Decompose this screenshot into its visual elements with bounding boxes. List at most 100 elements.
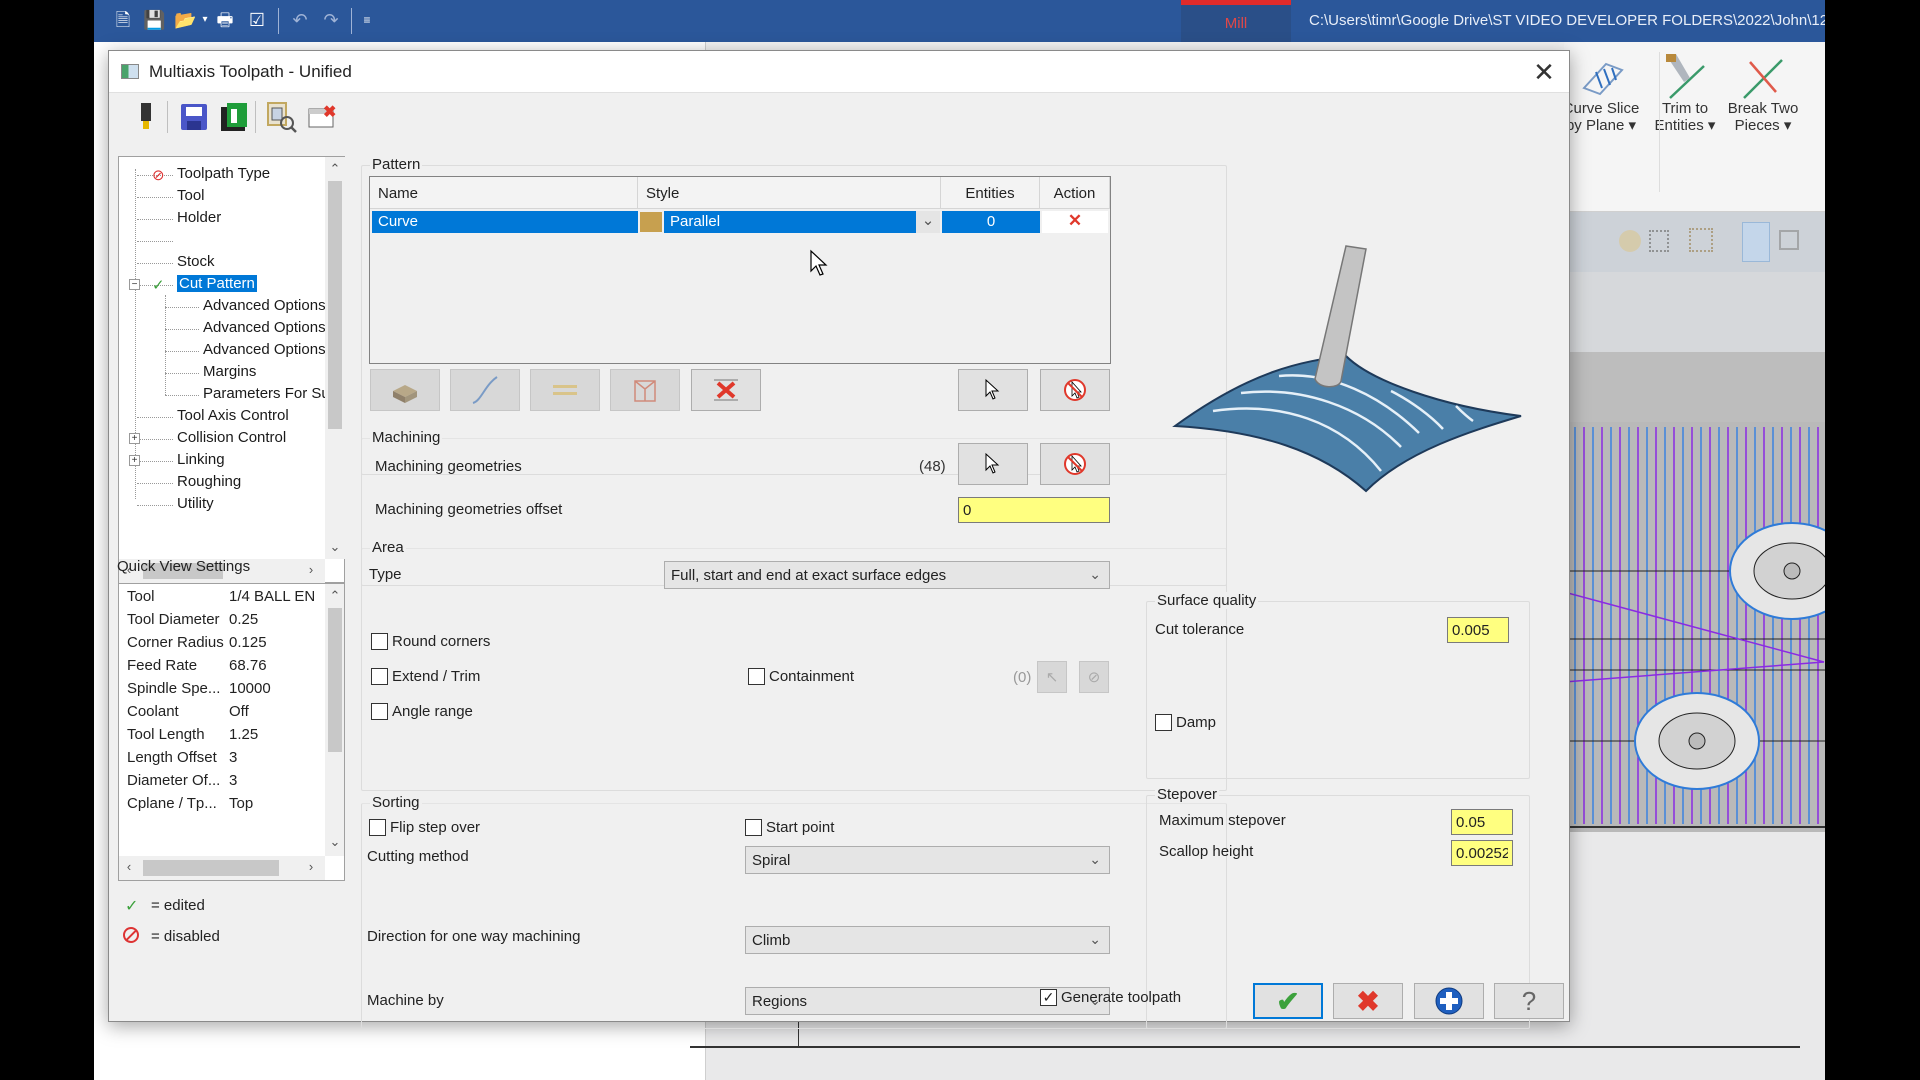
- checkbox-box[interactable]: [371, 703, 388, 720]
- curve-pattern-button[interactable]: [450, 369, 520, 411]
- graphics-viewport[interactable]: [1563, 272, 1825, 1080]
- qv-vscrollbar[interactable]: ⌃ ⌄: [325, 584, 344, 856]
- tree-item-label[interactable]: Collision Control: [177, 429, 286, 446]
- tree-vscrollbar[interactable]: ⌃ ⌄: [325, 157, 345, 559]
- window-select-icon[interactable]: [1689, 228, 1713, 252]
- containment-checkbox[interactable]: Containment: [748, 668, 854, 685]
- save-as-icon[interactable]: ☑: [246, 9, 268, 31]
- style-select[interactable]: Parallel: [664, 211, 916, 233]
- flip-step-over-checkbox[interactable]: Flip step over: [369, 819, 480, 836]
- customize-icon[interactable]: ≡: [356, 9, 378, 31]
- print-icon[interactable]: 🖶: [214, 9, 236, 31]
- clear-pattern-selection-button[interactable]: [1040, 369, 1110, 411]
- area-type-select[interactable]: Full, start and end at exact surface edg…: [664, 561, 1110, 589]
- open-dropdown-icon[interactable]: ▾: [194, 9, 216, 31]
- col-name[interactable]: Name: [370, 177, 638, 209]
- geometries-offset-input[interactable]: [958, 497, 1110, 523]
- select-geometries-button[interactable]: [958, 443, 1028, 485]
- round-corners-checkbox[interactable]: Round corners: [371, 633, 490, 650]
- mill-context-tab[interactable]: Mill: [1181, 0, 1291, 42]
- cutting-method-select[interactable]: Spiral ⌄: [745, 846, 1110, 874]
- selection-mode-icon[interactable]: [1742, 222, 1770, 262]
- style-dropdown-icon[interactable]: ⌄: [916, 211, 940, 233]
- tree-item-label[interactable]: Margins: [203, 363, 256, 380]
- break-two-pieces-button[interactable]: Break Two Pieces ▾: [1724, 52, 1802, 134]
- select-icon[interactable]: [1649, 230, 1669, 252]
- save-icon[interactable]: 💾: [143, 9, 165, 31]
- clear-geometries-button[interactable]: [1040, 443, 1110, 485]
- shading-icon[interactable]: [1619, 230, 1641, 252]
- preview-icon[interactable]: [265, 99, 299, 135]
- direction-select[interactable]: Climb ⌄: [745, 926, 1110, 954]
- qv-hscrollbar[interactable]: ‹ ›: [119, 856, 325, 880]
- cancel-button[interactable]: ✖: [1333, 983, 1403, 1019]
- scroll-down-icon[interactable]: ⌄: [327, 834, 343, 850]
- help-button[interactable]: ?: [1494, 983, 1564, 1019]
- generate-toolpath-checkbox[interactable]: ✓ Generate toolpath: [1040, 989, 1181, 1006]
- containment-select-button[interactable]: ↖: [1037, 661, 1067, 693]
- scroll-right-icon[interactable]: ›: [303, 859, 319, 874]
- angle-range-checkbox[interactable]: Angle range: [371, 703, 473, 720]
- expand-icon[interactable]: +: [129, 455, 140, 466]
- delete-icon[interactable]: ✖: [305, 99, 339, 135]
- export-icon[interactable]: [217, 99, 251, 135]
- checkbox-box[interactable]: [371, 668, 388, 685]
- tree-item-label[interactable]: Advanced Options: [203, 319, 326, 336]
- scroll-right-icon[interactable]: ›: [303, 562, 319, 577]
- checkbox-box[interactable]: ✓: [1040, 989, 1057, 1006]
- tool-icon[interactable]: [129, 99, 163, 135]
- checkbox-box[interactable]: [369, 819, 386, 836]
- scroll-thumb[interactable]: [328, 608, 342, 752]
- expand-icon[interactable]: +: [129, 433, 140, 444]
- checkbox-box[interactable]: [748, 668, 765, 685]
- start-point-checkbox[interactable]: Start point: [745, 819, 834, 836]
- checkbox-box[interactable]: [371, 633, 388, 650]
- col-style[interactable]: Style: [638, 177, 941, 209]
- tree-item-label[interactable]: Utility: [177, 495, 214, 512]
- scroll-down-icon[interactable]: ⌄: [327, 539, 343, 555]
- verify-icon[interactable]: [1779, 230, 1799, 250]
- extend-trim-checkbox[interactable]: Extend / Trim: [371, 668, 480, 685]
- scroll-up-icon[interactable]: ⌃: [327, 161, 343, 177]
- new-file-icon[interactable]: 🗎: [112, 9, 134, 31]
- scroll-thumb[interactable]: [143, 860, 279, 876]
- scallop-height-input[interactable]: [1451, 840, 1513, 866]
- undo-icon[interactable]: ↶: [289, 9, 311, 31]
- boundary-pattern-button[interactable]: [610, 369, 680, 411]
- trim-to-entities-button[interactable]: Trim to Entities ▾: [1646, 52, 1724, 134]
- tree-item-label[interactable]: Tool: [177, 187, 205, 204]
- checkbox-box[interactable]: [1155, 714, 1172, 731]
- tree-item-label[interactable]: Toolpath Type: [177, 165, 270, 182]
- scroll-up-icon[interactable]: ⌃: [327, 588, 343, 604]
- tree-item-label[interactable]: Stock: [177, 253, 215, 270]
- tree-item-label[interactable]: Advanced Options: [203, 341, 326, 358]
- tree-item-label[interactable]: Holder: [177, 209, 221, 226]
- open-icon[interactable]: 📂: [174, 9, 196, 31]
- ok-button[interactable]: ✔: [1253, 983, 1323, 1019]
- max-stepover-input[interactable]: [1451, 809, 1513, 835]
- save-icon[interactable]: [177, 99, 211, 135]
- tree-item-label[interactable]: Roughing: [177, 473, 241, 490]
- select-pattern-button[interactable]: [958, 369, 1028, 411]
- damp-checkbox[interactable]: Damp: [1155, 714, 1216, 731]
- row-delete-button[interactable]: ✕: [1042, 211, 1108, 233]
- add-pattern-button[interactable]: [370, 369, 440, 411]
- col-action[interactable]: Action: [1040, 177, 1110, 209]
- tree-item-label[interactable]: Advanced Options: [203, 297, 326, 314]
- delete-pattern-button[interactable]: [691, 369, 761, 411]
- add-button[interactable]: [1414, 983, 1484, 1019]
- tree-item-label[interactable]: Tool Axis Control: [177, 407, 289, 424]
- containment-clear-button[interactable]: ⊘: [1079, 661, 1109, 693]
- tree-item-label[interactable]: Parameters For Su: [203, 385, 330, 402]
- collapse-icon[interactable]: −: [129, 279, 140, 290]
- tree-item-label[interactable]: Linking: [177, 451, 225, 468]
- scroll-left-icon[interactable]: ‹: [121, 859, 137, 874]
- row-name[interactable]: Curve: [372, 211, 638, 233]
- cut-tolerance-input[interactable]: [1447, 617, 1509, 643]
- col-entities[interactable]: Entities: [941, 177, 1040, 209]
- close-button[interactable]: ✕: [1529, 57, 1559, 87]
- lines-pattern-button[interactable]: [530, 369, 600, 411]
- curve-slice-by-plane-button[interactable]: Curve Slice by Plane ▾: [1562, 52, 1640, 134]
- tree-item-label[interactable]: Cut Pattern: [177, 275, 257, 292]
- checkbox-box[interactable]: [745, 819, 762, 836]
